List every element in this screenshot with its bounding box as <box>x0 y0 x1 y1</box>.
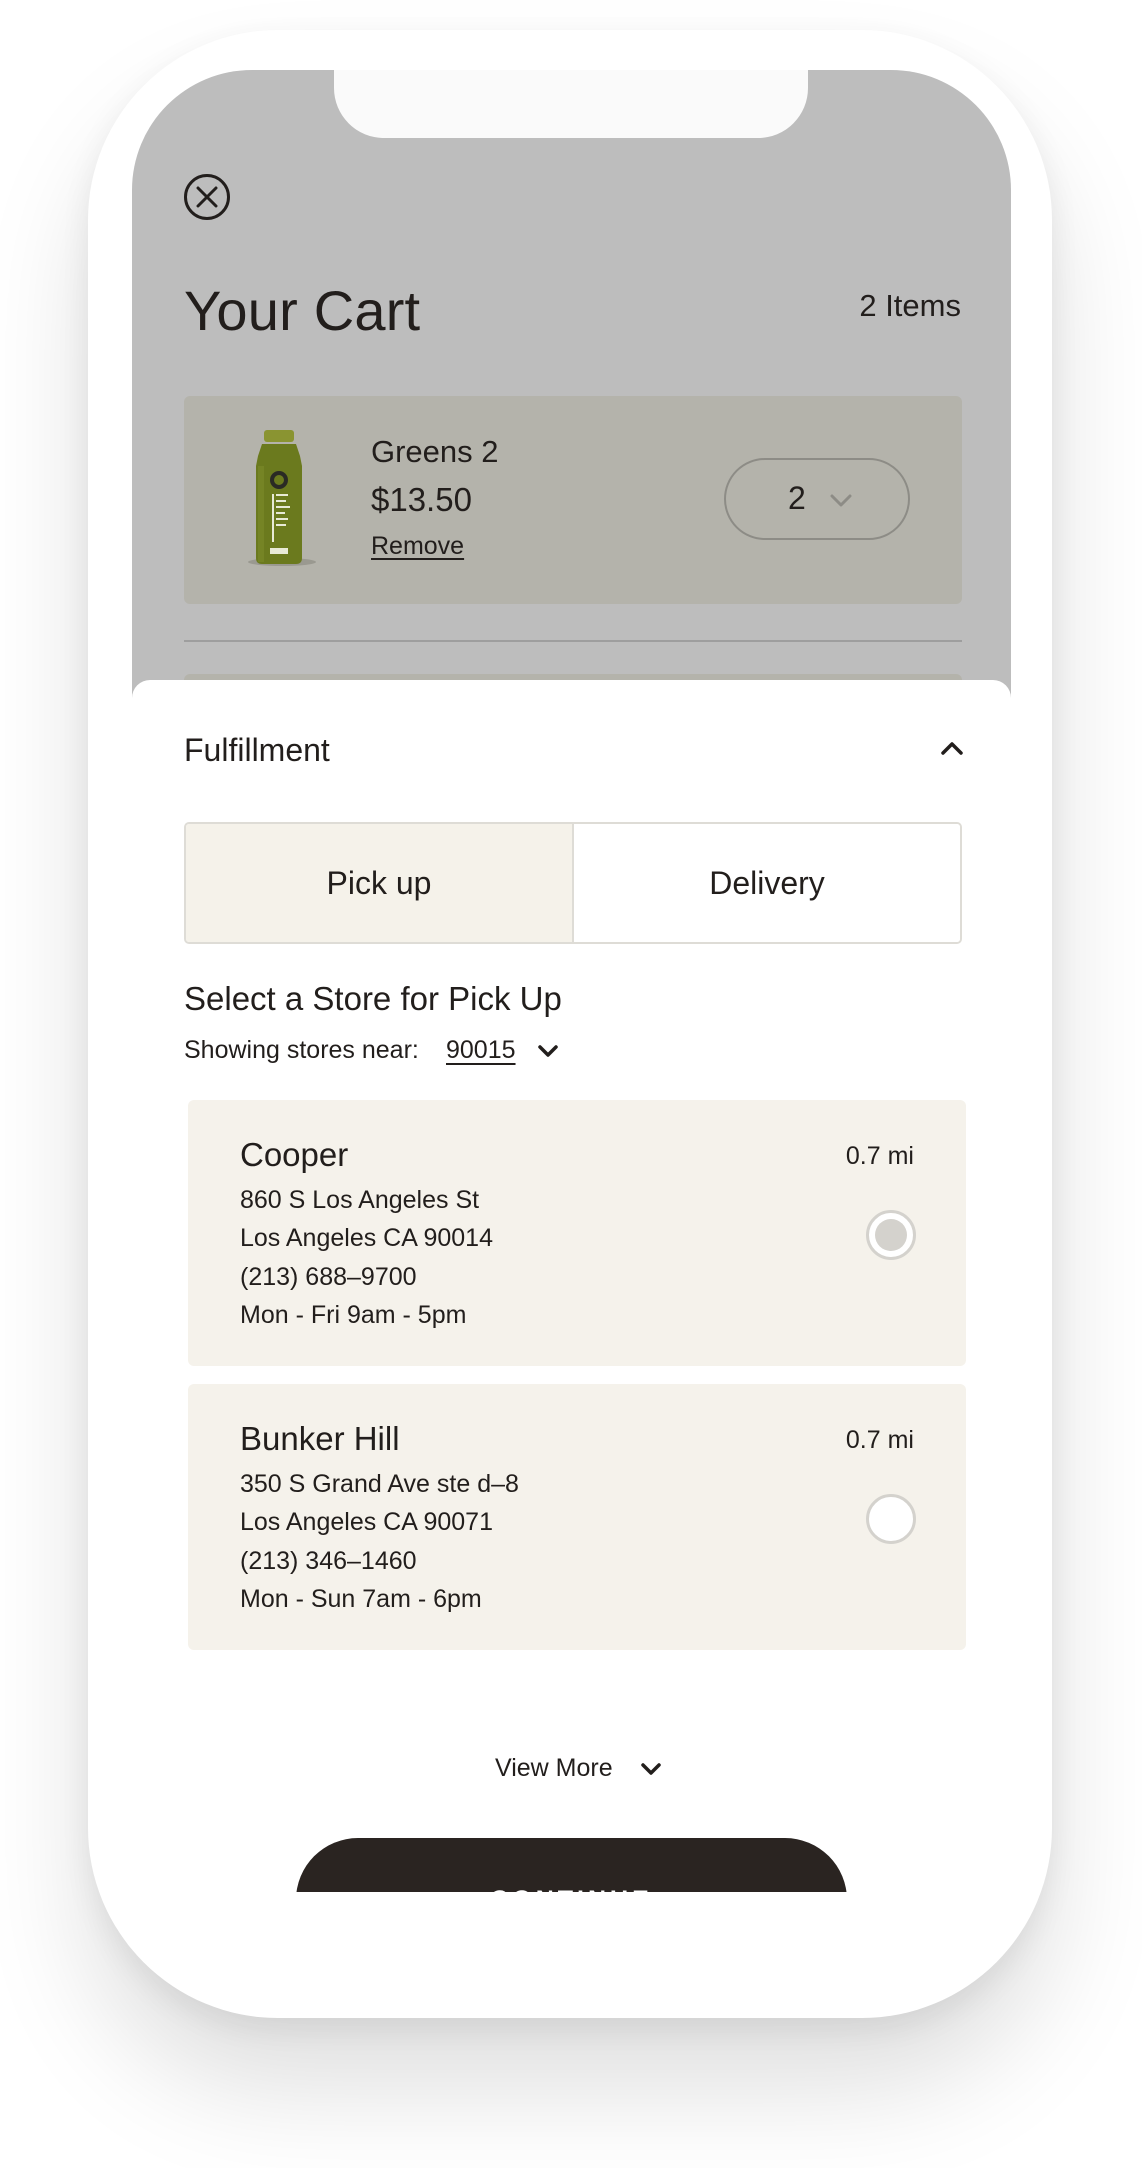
store-hours: Mon - Fri 9am - 5pm <box>240 1301 467 1329</box>
continue-button[interactable]: CONTINUE <box>296 1838 847 1892</box>
store-address-line2: Los Angeles CA 90071 <box>240 1508 493 1536</box>
fulfillment-method-toggle: Pick up Delivery <box>184 822 962 944</box>
quantity-select[interactable]: 2 <box>724 458 910 540</box>
fulfillment-sheet: Fulfillment Pick up Delivery Select a St… <box>132 680 1011 1892</box>
app-screen: Your Cart 2 Items Greens 2 $13.50 Remove… <box>132 70 1011 1892</box>
zip-code-selector[interactable]: 90015 <box>446 1036 516 1065</box>
fulfillment-title: Fulfillment <box>184 732 330 768</box>
view-more-link[interactable]: View More <box>495 1754 613 1783</box>
store-address-line1: 350 S Grand Ave ste d–8 <box>240 1470 519 1498</box>
stores-near-label: Showing stores near: <box>184 1036 419 1064</box>
store-card-cooper[interactable]: Cooper 0.7 mi 860 S Los Angeles St Los A… <box>188 1100 966 1366</box>
chevron-down-icon[interactable] <box>640 1762 662 1776</box>
store-radio-selected[interactable] <box>866 1210 916 1260</box>
cart-title: Your Cart <box>184 279 421 342</box>
store-distance: 0.7 mi <box>845 1142 914 1170</box>
store-address-line2: Los Angeles CA 90014 <box>240 1224 493 1252</box>
chevron-down-icon <box>830 494 852 507</box>
chevron-down-icon[interactable] <box>537 1044 559 1058</box>
tab-pick-up[interactable]: Pick up <box>186 824 574 942</box>
chevron-up-icon[interactable] <box>940 740 964 756</box>
cart-item-name: Greens 2 <box>371 434 499 469</box>
store-hours: Mon - Sun 7am - 6pm <box>240 1585 482 1613</box>
store-phone: (213) 346–1460 <box>240 1547 417 1575</box>
store-name: Cooper <box>240 1136 349 1173</box>
store-distance: 0.7 mi <box>845 1426 914 1454</box>
cart-item-count: 2 Items <box>859 288 961 323</box>
close-icon <box>196 186 218 208</box>
close-cart-button[interactable] <box>184 174 230 220</box>
cart-item: Greens 2 $13.50 Remove 2 <box>184 396 962 604</box>
tab-delivery[interactable]: Delivery <box>574 824 960 942</box>
store-radio[interactable] <box>866 1494 916 1544</box>
store-name: Bunker Hill <box>240 1420 400 1457</box>
quantity-value: 2 <box>788 480 806 516</box>
store-phone: (213) 688–9700 <box>240 1263 417 1291</box>
phone-notch <box>334 70 808 138</box>
store-address-line1: 860 S Los Angeles St <box>240 1186 480 1214</box>
cart-item-price: $13.50 <box>371 481 472 518</box>
store-select-heading: Select a Store for Pick Up <box>184 980 562 1017</box>
remove-item-link[interactable]: Remove <box>371 532 464 561</box>
store-card-bunker-hill[interactable]: Bunker Hill 0.7 mi 350 S Grand Ave ste d… <box>188 1384 966 1650</box>
cart-divider <box>184 640 962 642</box>
product-bottle-image <box>248 430 316 566</box>
